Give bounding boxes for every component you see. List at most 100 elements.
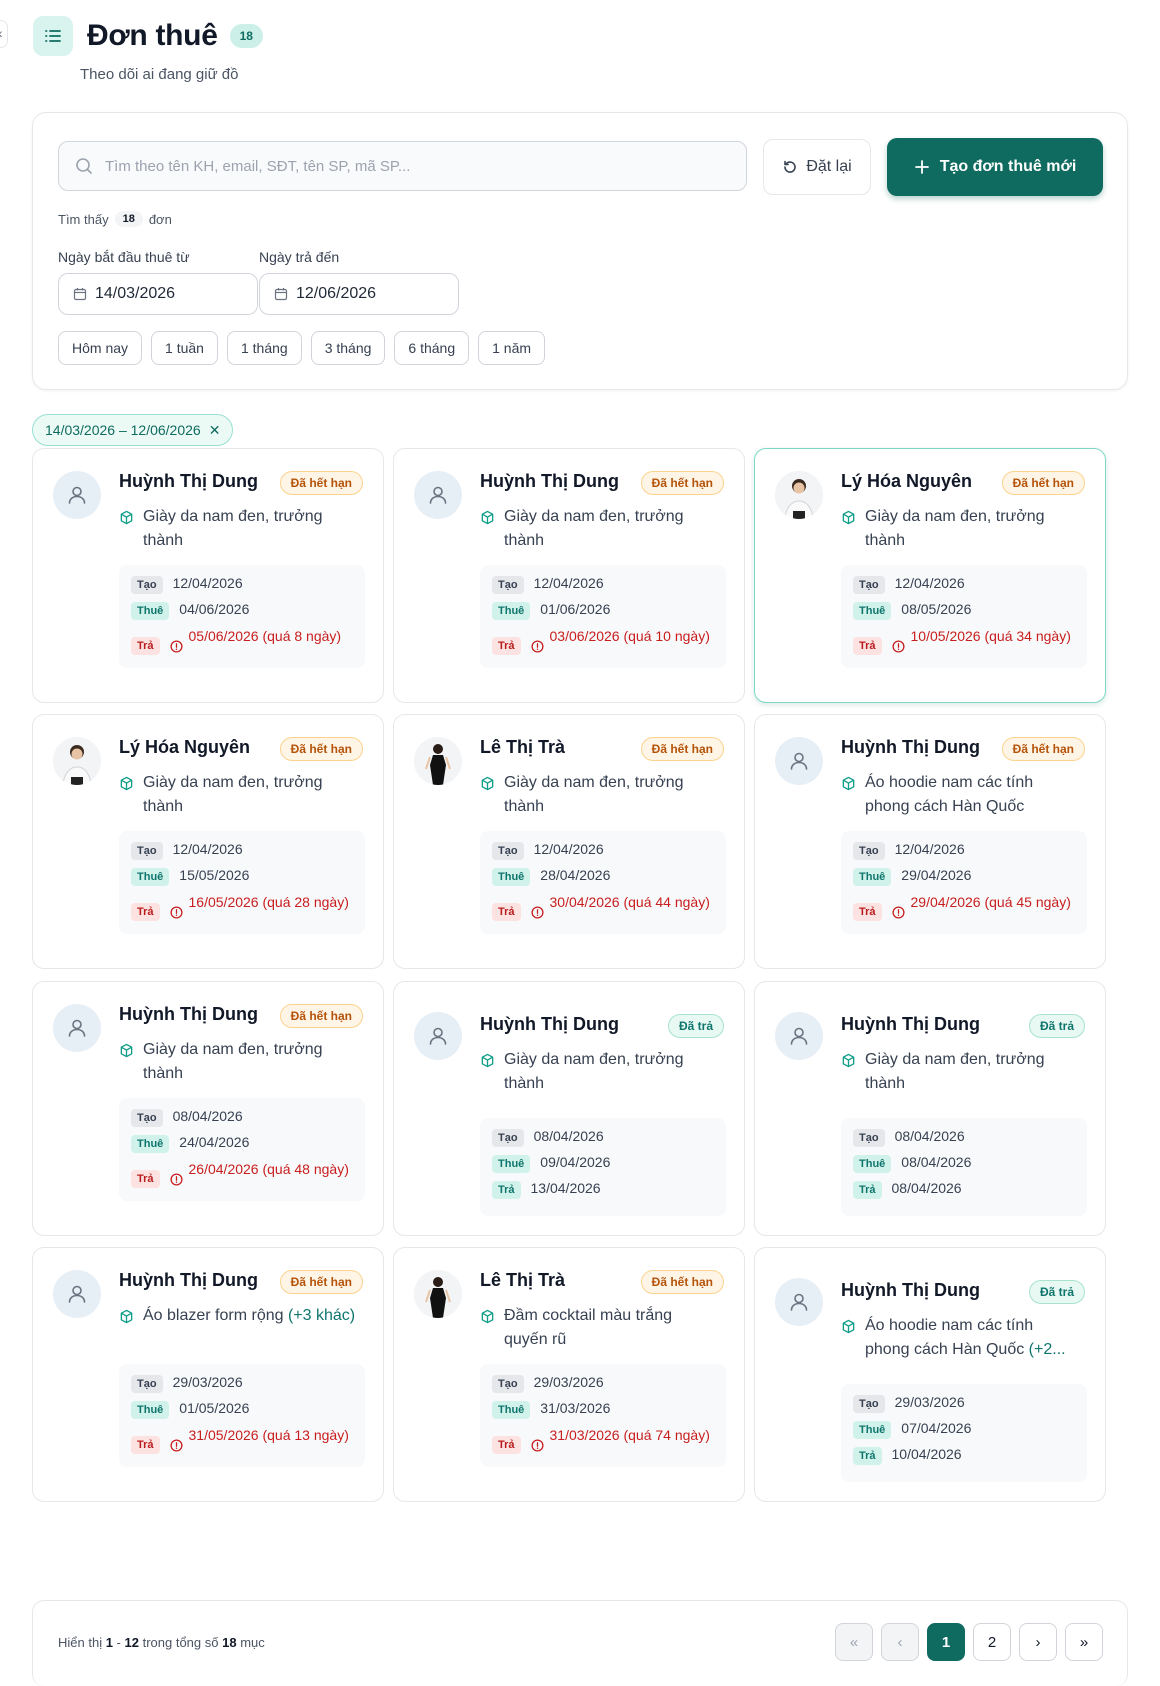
order-count-badge: 18 xyxy=(229,24,263,48)
created-tag: Tạo xyxy=(853,576,885,594)
created-date: 08/04/2026 xyxy=(533,1128,604,1144)
return-date-overdue: 30/04/2026 (quá 44 ngày) xyxy=(549,894,710,910)
customer-name: Huỳnh Thị Dung xyxy=(119,1270,258,1290)
return-tag: Trả xyxy=(131,637,160,655)
rent-date: 04/06/2026 xyxy=(179,601,250,617)
created-date: 12/04/2026 xyxy=(533,841,604,857)
order-card[interactable]: Lý Hóa Nguyên Đã hết hạn Giày da nam đen… xyxy=(754,448,1106,703)
order-card[interactable]: Lý Hóa Nguyên Đã hết hạn Giày da nam đen… xyxy=(32,714,384,969)
status-badge: Đã hết hạn xyxy=(640,737,724,761)
product-name: Giày da nam đen, trưởng thành xyxy=(119,505,359,553)
order-card[interactable]: Huỳnh Thị Dung Đã hết hạn Giày da nam đe… xyxy=(32,981,384,1236)
date-panel: Tạo 12/04/2026 Thuê 29/04/2026 Trả 29/04/20… xyxy=(841,831,1087,934)
reset-button[interactable]: Đặt lại xyxy=(763,139,871,195)
customer-name: Lê Thị Trà xyxy=(480,1270,566,1290)
rent-date: 01/06/2026 xyxy=(540,601,611,617)
rent-date: 08/05/2026 xyxy=(901,601,972,617)
quick-range-1-month[interactable]: 1 tháng xyxy=(226,331,302,365)
order-card[interactable]: Huỳnh Thị Dung Đã hết hạn Áo hoodie nam … xyxy=(754,714,1106,969)
status-badge: Đã hết hạn xyxy=(1001,471,1085,495)
rent-date: 31/03/2026 xyxy=(540,1400,611,1416)
date-panel: Tạo 12/04/2026 Thuê 04/06/2026 Trả 05/06/20… xyxy=(119,565,365,668)
date-panel: Tạo 12/04/2026 Thuê 15/05/2026 Trả 16/05/20… xyxy=(119,831,365,934)
package-icon xyxy=(119,1308,134,1332)
product-title: Giày da nam đen, trưởng thành xyxy=(504,508,684,549)
package-icon xyxy=(841,1318,856,1342)
order-card[interactable]: Huỳnh Thị Dung Đã trả Giày da nam đen, t… xyxy=(393,981,745,1236)
order-card[interactable]: Lê Thị Trà Đã hết hạn Đầm cocktail màu t… xyxy=(393,1247,745,1502)
next-page-button[interactable]: › xyxy=(1019,1623,1057,1661)
order-card[interactable]: Huỳnh Thị Dung Đã trả Giày da nam đen, t… xyxy=(754,981,1106,1236)
customer-avatar xyxy=(53,1270,101,1318)
first-page-button[interactable]: « xyxy=(835,1623,873,1661)
created-date: 12/04/2026 xyxy=(894,841,965,857)
return-tag: Trả xyxy=(131,1436,160,1454)
customer-name: Huỳnh Thị Dung xyxy=(480,471,619,491)
status-badge: Đã trả xyxy=(667,1014,724,1038)
created-date: 29/03/2026 xyxy=(172,1374,243,1390)
reset-label: Đặt lại xyxy=(806,158,852,175)
alert-icon xyxy=(169,1172,183,1191)
sidebar-collapse-handle[interactable] xyxy=(0,20,8,48)
customer-name: Huỳnh Thị Dung xyxy=(841,1280,980,1300)
package-icon xyxy=(841,775,856,799)
order-card[interactable]: Lê Thị Trà Đã hết hạn Giày da nam đen, t… xyxy=(393,714,745,969)
status-badge: Đã hết hạn xyxy=(279,1004,363,1028)
package-icon xyxy=(841,509,856,533)
page-title: Đơn thuê xyxy=(87,19,218,52)
pagination-summary: Hiển thị 1 - 12 trong tổng số 18 mục xyxy=(58,1635,265,1650)
return-date-overdue: 31/03/2026 (quá 74 ngày) xyxy=(549,1427,710,1443)
date-panel: Tạo 29/03/2026 Thuê 31/03/2026 Trả 31/03/20… xyxy=(480,1364,726,1467)
quick-range-3-months[interactable]: 3 tháng xyxy=(310,331,386,365)
date-panel: Tạo 12/04/2026 Thuê 08/05/2026 Trả 10/05/20… xyxy=(841,565,1087,668)
active-date-filter-chip[interactable]: 14/03/2026 – 12/06/2026 ✕ xyxy=(32,414,234,446)
order-card[interactable]: Huỳnh Thị Dung Đã hết hạn Giày da nam đe… xyxy=(393,448,745,703)
alert-icon xyxy=(530,1438,544,1457)
package-icon xyxy=(480,509,495,533)
customer-avatar xyxy=(775,1278,823,1326)
page-button-2[interactable]: 2 xyxy=(973,1623,1011,1661)
product-name: Giày da nam đen, trưởng thành xyxy=(119,771,359,819)
rent-tag: Thuê xyxy=(492,868,531,886)
created-tag: Tạo xyxy=(492,1129,524,1147)
close-icon[interactable]: ✕ xyxy=(209,422,221,439)
customer-avatar xyxy=(53,1004,101,1052)
return-tag: Trả xyxy=(492,637,521,655)
search-box[interactable] xyxy=(58,141,747,191)
double-chevron-left-icon: « xyxy=(849,1633,859,1651)
result-count-prefix: Tìm thấy xyxy=(58,211,109,227)
package-icon xyxy=(119,1042,134,1066)
menu-toggle-button[interactable] xyxy=(33,16,73,56)
prev-page-button[interactable]: ‹ xyxy=(881,1623,919,1661)
rent-date: 09/04/2026 xyxy=(540,1154,611,1170)
result-count: Tìm thấy 18 đơn xyxy=(58,211,172,227)
return-date-overdue: 31/05/2026 (quá 13 ngày) xyxy=(188,1427,349,1443)
start-date-input[interactable]: 14/03/2026 xyxy=(58,273,258,315)
end-date-input[interactable]: 12/06/2026 xyxy=(259,273,459,315)
created-tag: Tạo xyxy=(131,1375,163,1393)
product-name: Giày da nam đen, trưởng thành xyxy=(480,505,720,553)
order-card[interactable]: Huỳnh Thị Dung Đã hết hạn Áo blazer form… xyxy=(32,1247,384,1502)
quick-range-1-week[interactable]: 1 tuần xyxy=(151,331,218,365)
order-card[interactable]: Huỳnh Thị Dung Đã trả Áo hoodie nam các … xyxy=(754,1247,1106,1502)
quick-range-today[interactable]: Hôm nay xyxy=(58,331,143,365)
page-subtitle: Theo dõi ai đang giữ đồ xyxy=(80,66,239,83)
quick-range-6-months[interactable]: 6 tháng xyxy=(394,331,470,365)
alert-icon xyxy=(891,905,905,924)
package-icon xyxy=(841,1052,856,1076)
reset-icon xyxy=(784,160,797,173)
page-button-1[interactable]: 1 xyxy=(927,1623,965,1661)
date-panel: Tạo 29/03/2026 Thuê 07/04/2026 Trả 10/04/20… xyxy=(841,1384,1087,1482)
list-icon xyxy=(45,30,61,42)
customer-avatar xyxy=(775,471,823,519)
create-order-button[interactable]: Tạo đơn thuê mới xyxy=(887,138,1103,196)
filter-panel: Đặt lại Tạo đơn thuê mới Tìm thấy 18 đơn… xyxy=(32,112,1128,390)
product-title: Áo hoodie nam các tính phong cách Hàn Qu… xyxy=(865,1317,1034,1358)
plus-icon xyxy=(914,160,929,174)
return-tag: Trả xyxy=(131,1170,160,1188)
last-page-button[interactable]: » xyxy=(1065,1623,1103,1661)
quick-range-1-year[interactable]: 1 năm xyxy=(478,331,546,365)
order-card[interactable]: Huỳnh Thị Dung Đã hết hạn Giày da nam đe… xyxy=(32,448,384,703)
search-input[interactable] xyxy=(105,157,705,175)
start-date-value: 14/03/2026 xyxy=(95,285,176,302)
